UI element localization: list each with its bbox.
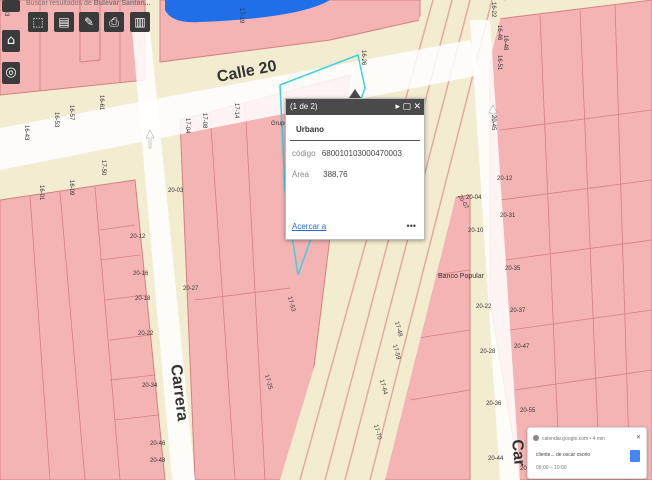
- area-value: 388,76: [323, 170, 348, 179]
- lot-label: 20-18: [135, 296, 151, 302]
- calendar-icon: [630, 450, 640, 462]
- lot-label: 20-45: [490, 115, 496, 131]
- lot-label: 20-44: [488, 456, 504, 462]
- dock-icon[interactable]: ▢: [402, 99, 411, 115]
- zoom-to-link[interactable]: Acercar a: [292, 222, 326, 231]
- lot-label: 20-16: [133, 271, 149, 277]
- lot-label: 16-46: [496, 25, 502, 41]
- lot-label: 17-14: [233, 103, 239, 119]
- calendar-notification[interactable]: calendar.google.com • 4 min ✕ cliente...…: [527, 427, 647, 479]
- draw-tool-icon[interactable]: ✎: [79, 12, 99, 32]
- lot-label: 20-31: [500, 213, 516, 219]
- lot-label: 20-34: [142, 383, 158, 389]
- lot-label: 20-12: [497, 176, 513, 182]
- codigo-value: 680010103000470003: [321, 149, 402, 158]
- search-target: Bulevar Santan...: [93, 0, 151, 7]
- area-row: Área 388,76: [286, 158, 424, 179]
- lot-label: 20-36: [486, 401, 502, 407]
- lot-label: 20-46: [150, 441, 166, 447]
- lot-label: 20-12: [130, 234, 146, 240]
- lot-label: 17-19: [238, 8, 244, 24]
- popup-pointer: [349, 89, 361, 98]
- poi-banco-popular: Banco Popular: [438, 273, 485, 280]
- lot-label: 16-57: [68, 105, 74, 121]
- panel-tool-icon[interactable]: ▥: [130, 12, 150, 32]
- feature-popup: (1 de 2) ▸ ▢ ✕ Urbano código 68001010300…: [285, 98, 425, 240]
- home-icon[interactable]: ⌂: [2, 30, 20, 52]
- codigo-row: código 680010103000470003: [286, 141, 424, 158]
- notification-time: 09:00 – 10:00: [536, 465, 567, 471]
- lot-label: 16-61: [98, 95, 104, 111]
- lot-label: 16-43: [23, 125, 29, 141]
- lot-label: 20-55: [520, 408, 536, 414]
- layers-tool-icon[interactable]: ▤: [54, 12, 74, 32]
- popup-title: Urbano: [290, 115, 420, 141]
- codigo-label: código: [292, 149, 316, 158]
- search-results-text: Buscar resultados de Bulevar Santan...: [26, 0, 266, 8]
- lot-label: 20-28: [480, 349, 496, 355]
- menu-icon[interactable]: [2, 0, 20, 12]
- lot-label: 16-26: [360, 50, 366, 66]
- notification-close-icon[interactable]: ✕: [636, 434, 641, 441]
- notification-source: calendar.google.com • 4 min: [542, 436, 605, 442]
- next-feature-icon[interactable]: ▸: [395, 99, 400, 115]
- lot-label: 16-09: [68, 180, 74, 196]
- popup-pager: (1 de 2): [290, 102, 318, 111]
- lot-label: 17-50: [100, 160, 106, 176]
- lot-label: 20-47: [514, 344, 530, 350]
- lot-label: 20-03: [168, 188, 184, 194]
- locate-icon[interactable]: ◎: [2, 62, 20, 84]
- lot-label: 17-04: [184, 118, 190, 134]
- notification-title: cliente... de oscar osorio: [536, 452, 591, 458]
- lot-label: 16-22: [490, 2, 496, 18]
- lot-label: 20-22: [476, 304, 492, 310]
- area-label: Área: [292, 170, 309, 179]
- lot-label: 20-27: [183, 286, 199, 292]
- lot-label: 16-01: [38, 185, 44, 201]
- search-prefix: Buscar resultados de: [26, 0, 92, 7]
- more-options-icon[interactable]: •••: [407, 221, 416, 231]
- lot-label: 16-51: [496, 55, 502, 71]
- map-canvas[interactable]: Calle 20 Carrera Car Banco Popular Grupo…: [0, 0, 652, 480]
- select-tool-icon[interactable]: ⬚: [28, 12, 48, 32]
- lot-label: 20-35: [505, 266, 521, 272]
- chrome-icon: [533, 435, 539, 441]
- lot-label: 20-22: [138, 331, 154, 337]
- lot-label: 16-53: [53, 112, 59, 128]
- close-icon[interactable]: ✕: [413, 99, 421, 115]
- lot-label: 20-10: [468, 228, 484, 234]
- lot-label: 20-48: [150, 458, 166, 464]
- lot-label: 20-37: [510, 308, 526, 314]
- lot-label: 20-04: [466, 195, 482, 201]
- popup-header: (1 de 2) ▸ ▢ ✕: [286, 99, 424, 115]
- street-label-carrera-right: Car: [508, 439, 528, 467]
- lot-label: 17-08: [201, 113, 207, 129]
- print-tool-icon[interactable]: ⎙: [104, 12, 124, 32]
